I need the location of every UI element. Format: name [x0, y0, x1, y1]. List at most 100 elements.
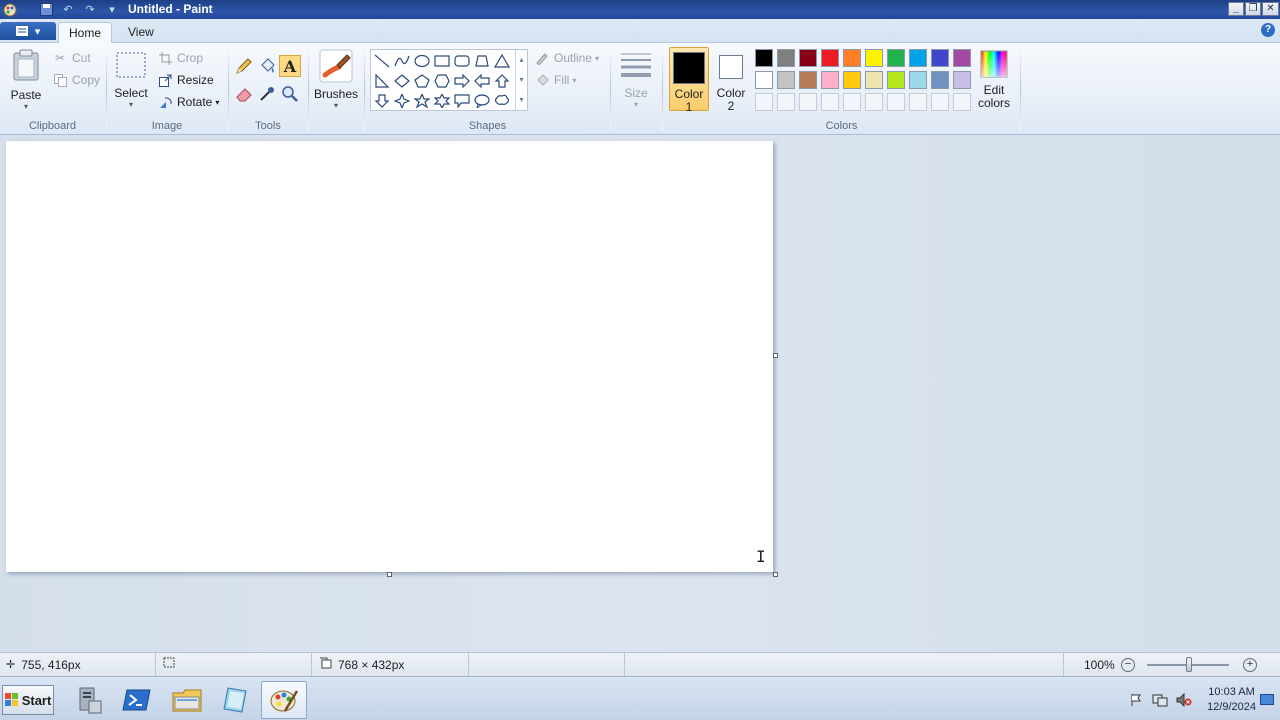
file-explorer-icon[interactable]: [164, 681, 210, 719]
fill-bucket-icon[interactable]: [256, 55, 278, 77]
up-arrow-shape-icon[interactable]: [492, 71, 512, 91]
palette-swatch[interactable]: [843, 49, 861, 67]
tab-home[interactable]: Home: [58, 22, 113, 43]
zoom-out-button[interactable]: −: [1121, 658, 1135, 672]
resize-button[interactable]: Resize: [157, 70, 214, 90]
zoom-slider-thumb[interactable]: [1186, 657, 1192, 672]
custom-color-slot[interactable]: [865, 93, 883, 111]
diamond-shape-icon[interactable]: [392, 71, 412, 91]
start-button[interactable]: Start: [2, 685, 54, 715]
curve-shape-icon[interactable]: [392, 51, 412, 71]
notepad-icon[interactable]: [212, 681, 258, 719]
palette-swatch[interactable]: [799, 49, 817, 67]
custom-color-slot[interactable]: [953, 93, 971, 111]
network-icon[interactable]: [1151, 691, 1169, 709]
help-icon[interactable]: ?: [1261, 23, 1275, 37]
cloud-callout-shape-icon[interactable]: [492, 91, 512, 111]
copy-button[interactable]: Copy: [52, 70, 100, 90]
color1-button[interactable]: Color 1: [669, 47, 709, 114]
palette-swatch[interactable]: [909, 49, 927, 67]
hexagon-shape-icon[interactable]: [432, 71, 452, 91]
server-manager-icon[interactable]: [66, 681, 112, 719]
polygon-shape-icon[interactable]: [472, 51, 492, 71]
custom-color-slot[interactable]: [843, 93, 861, 111]
crop-button[interactable]: Crop: [157, 48, 203, 68]
paste-button[interactable]: Paste ▾: [6, 49, 46, 111]
palette-swatch[interactable]: [931, 71, 949, 89]
save-icon[interactable]: [38, 3, 54, 17]
brushes-button[interactable]: Brushes ▾: [312, 49, 360, 110]
text-tool-icon[interactable]: A: [279, 55, 301, 77]
triangle-shape-icon[interactable]: [492, 51, 512, 71]
down-arrow-shape-icon[interactable]: [372, 91, 392, 111]
palette-swatch[interactable]: [887, 49, 905, 67]
pentagon-shape-icon[interactable]: [412, 71, 432, 91]
palette-swatch[interactable]: [953, 49, 971, 67]
minimize-button[interactable]: _: [1228, 2, 1244, 16]
custom-color-slot[interactable]: [755, 93, 773, 111]
cut-button[interactable]: ✂ Cut: [52, 48, 91, 68]
paint-taskbar-icon[interactable]: [261, 681, 307, 719]
size-button[interactable]: Size ▾: [616, 49, 656, 109]
shapes-scrollbar[interactable]: ▴ ▾ ▾: [515, 50, 527, 110]
resize-handle-corner[interactable]: [773, 572, 778, 577]
paint-app-icon[interactable]: [2, 3, 18, 17]
right-triangle-shape-icon[interactable]: [372, 71, 392, 91]
right-arrow-shape-icon[interactable]: [452, 71, 472, 91]
palette-swatch[interactable]: [777, 71, 795, 89]
system-clock[interactable]: 10:03 AM 12/9/2024: [1207, 685, 1256, 715]
powershell-icon[interactable]: [114, 681, 160, 719]
custom-color-slot[interactable]: [799, 93, 817, 111]
select-button[interactable]: Select ▾: [113, 51, 149, 109]
eraser-icon[interactable]: [233, 83, 255, 105]
customize-qat-icon[interactable]: ▾: [104, 3, 120, 17]
custom-color-slot[interactable]: [821, 93, 839, 111]
undo-icon[interactable]: ↶: [60, 3, 76, 17]
rounded-rectangle-shape-icon[interactable]: [452, 51, 472, 71]
more-shapes-icon[interactable]: ▾: [516, 90, 527, 110]
custom-color-slot[interactable]: [931, 93, 949, 111]
rectangle-shape-icon[interactable]: [432, 51, 452, 71]
palette-swatch[interactable]: [777, 49, 795, 67]
palette-swatch[interactable]: [821, 49, 839, 67]
custom-color-slot[interactable]: [887, 93, 905, 111]
fill-button[interactable]: Fill ▾: [534, 70, 576, 90]
palette-swatch[interactable]: [821, 71, 839, 89]
paint-menu-button[interactable]: ▾: [0, 22, 56, 40]
show-desktop-icon[interactable]: [1259, 691, 1275, 709]
scroll-up-icon[interactable]: ▴: [516, 50, 527, 70]
resize-handle-bottom[interactable]: [387, 572, 392, 577]
palette-swatch[interactable]: [865, 49, 883, 67]
zoom-in-button[interactable]: +: [1243, 658, 1257, 672]
oval-callout-shape-icon[interactable]: [472, 91, 492, 111]
oval-shape-icon[interactable]: [412, 51, 432, 71]
palette-swatch[interactable]: [865, 71, 883, 89]
palette-swatch[interactable]: [953, 71, 971, 89]
palette-swatch[interactable]: [909, 71, 927, 89]
action-center-flag-icon[interactable]: [1127, 691, 1145, 709]
rotate-button[interactable]: Rotate ▾: [157, 92, 219, 112]
palette-swatch[interactable]: [755, 71, 773, 89]
drawing-canvas[interactable]: [6, 141, 773, 572]
resize-handle-right[interactable]: [773, 353, 778, 358]
custom-color-slot[interactable]: [909, 93, 927, 111]
six-point-star-shape-icon[interactable]: [432, 91, 452, 111]
four-point-star-shape-icon[interactable]: [392, 91, 412, 111]
edit-colors-button[interactable]: Edit colors: [974, 49, 1014, 110]
custom-color-slot[interactable]: [777, 93, 795, 111]
restore-button[interactable]: ❐: [1245, 2, 1261, 16]
close-button[interactable]: ✕: [1262, 2, 1279, 16]
tab-view[interactable]: View: [118, 22, 164, 43]
color-picker-icon[interactable]: [256, 83, 278, 105]
color2-button[interactable]: Color 2: [711, 47, 751, 113]
palette-swatch[interactable]: [931, 49, 949, 67]
rect-callout-shape-icon[interactable]: [452, 91, 472, 111]
pencil-icon[interactable]: [233, 55, 255, 77]
palette-swatch[interactable]: [843, 71, 861, 89]
five-point-star-shape-icon[interactable]: [412, 91, 432, 111]
outline-button[interactable]: Outline ▾: [534, 48, 599, 68]
palette-swatch[interactable]: [887, 71, 905, 89]
palette-swatch[interactable]: [755, 49, 773, 67]
line-shape-icon[interactable]: [372, 51, 392, 71]
volume-muted-icon[interactable]: [1175, 691, 1193, 709]
